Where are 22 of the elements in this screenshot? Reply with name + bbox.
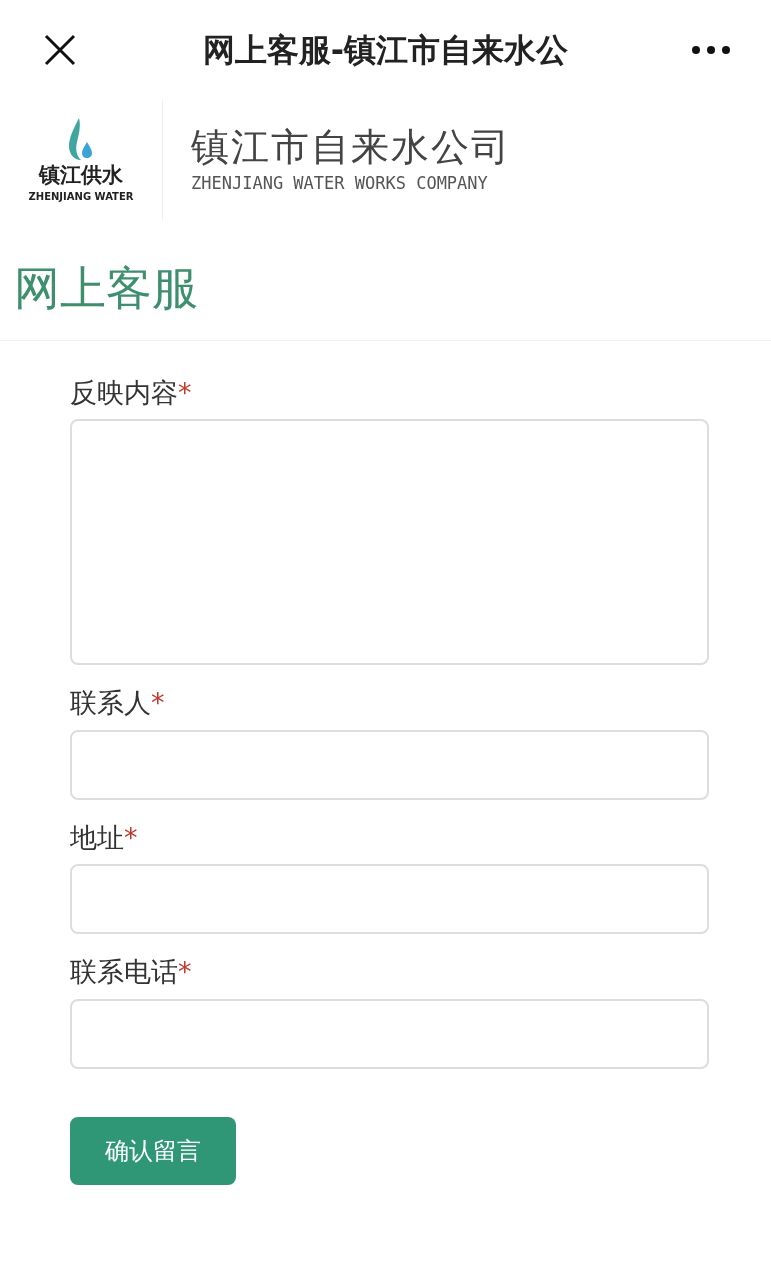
content-field[interactable] <box>70 419 709 665</box>
logo-subtext: ZHENJIANG WATER <box>28 189 134 204</box>
page-heading: 网上客服 <box>14 260 199 317</box>
more-icon <box>692 46 730 54</box>
water-drop-icon <box>67 116 95 163</box>
field-label: 联系电话 <box>70 955 178 989</box>
company-name: 镇江市自来水公司 <box>191 123 511 171</box>
input-field[interactable] <box>70 864 709 934</box>
required-mark: * <box>178 375 192 410</box>
required-mark: * <box>124 820 138 855</box>
logo-text: 镇江供水 <box>39 162 123 189</box>
field-label: 联系人 <box>70 686 151 720</box>
field-label: 地址 <box>70 820 124 855</box>
close-icon <box>43 33 77 67</box>
company-name-english: ZHENJIANG WATER WORKS COMPANY <box>191 172 489 195</box>
required-mark: * <box>151 686 165 720</box>
input-field[interactable] <box>70 998 709 1069</box>
required-mark: * <box>178 955 192 989</box>
field-label: 反映内容 <box>70 375 178 410</box>
input-field[interactable] <box>70 729 709 800</box>
submit-button[interactable]: 确认留言 <box>70 1116 236 1185</box>
page-title: 网上客服-镇江市自来水公 <box>202 30 569 71</box>
